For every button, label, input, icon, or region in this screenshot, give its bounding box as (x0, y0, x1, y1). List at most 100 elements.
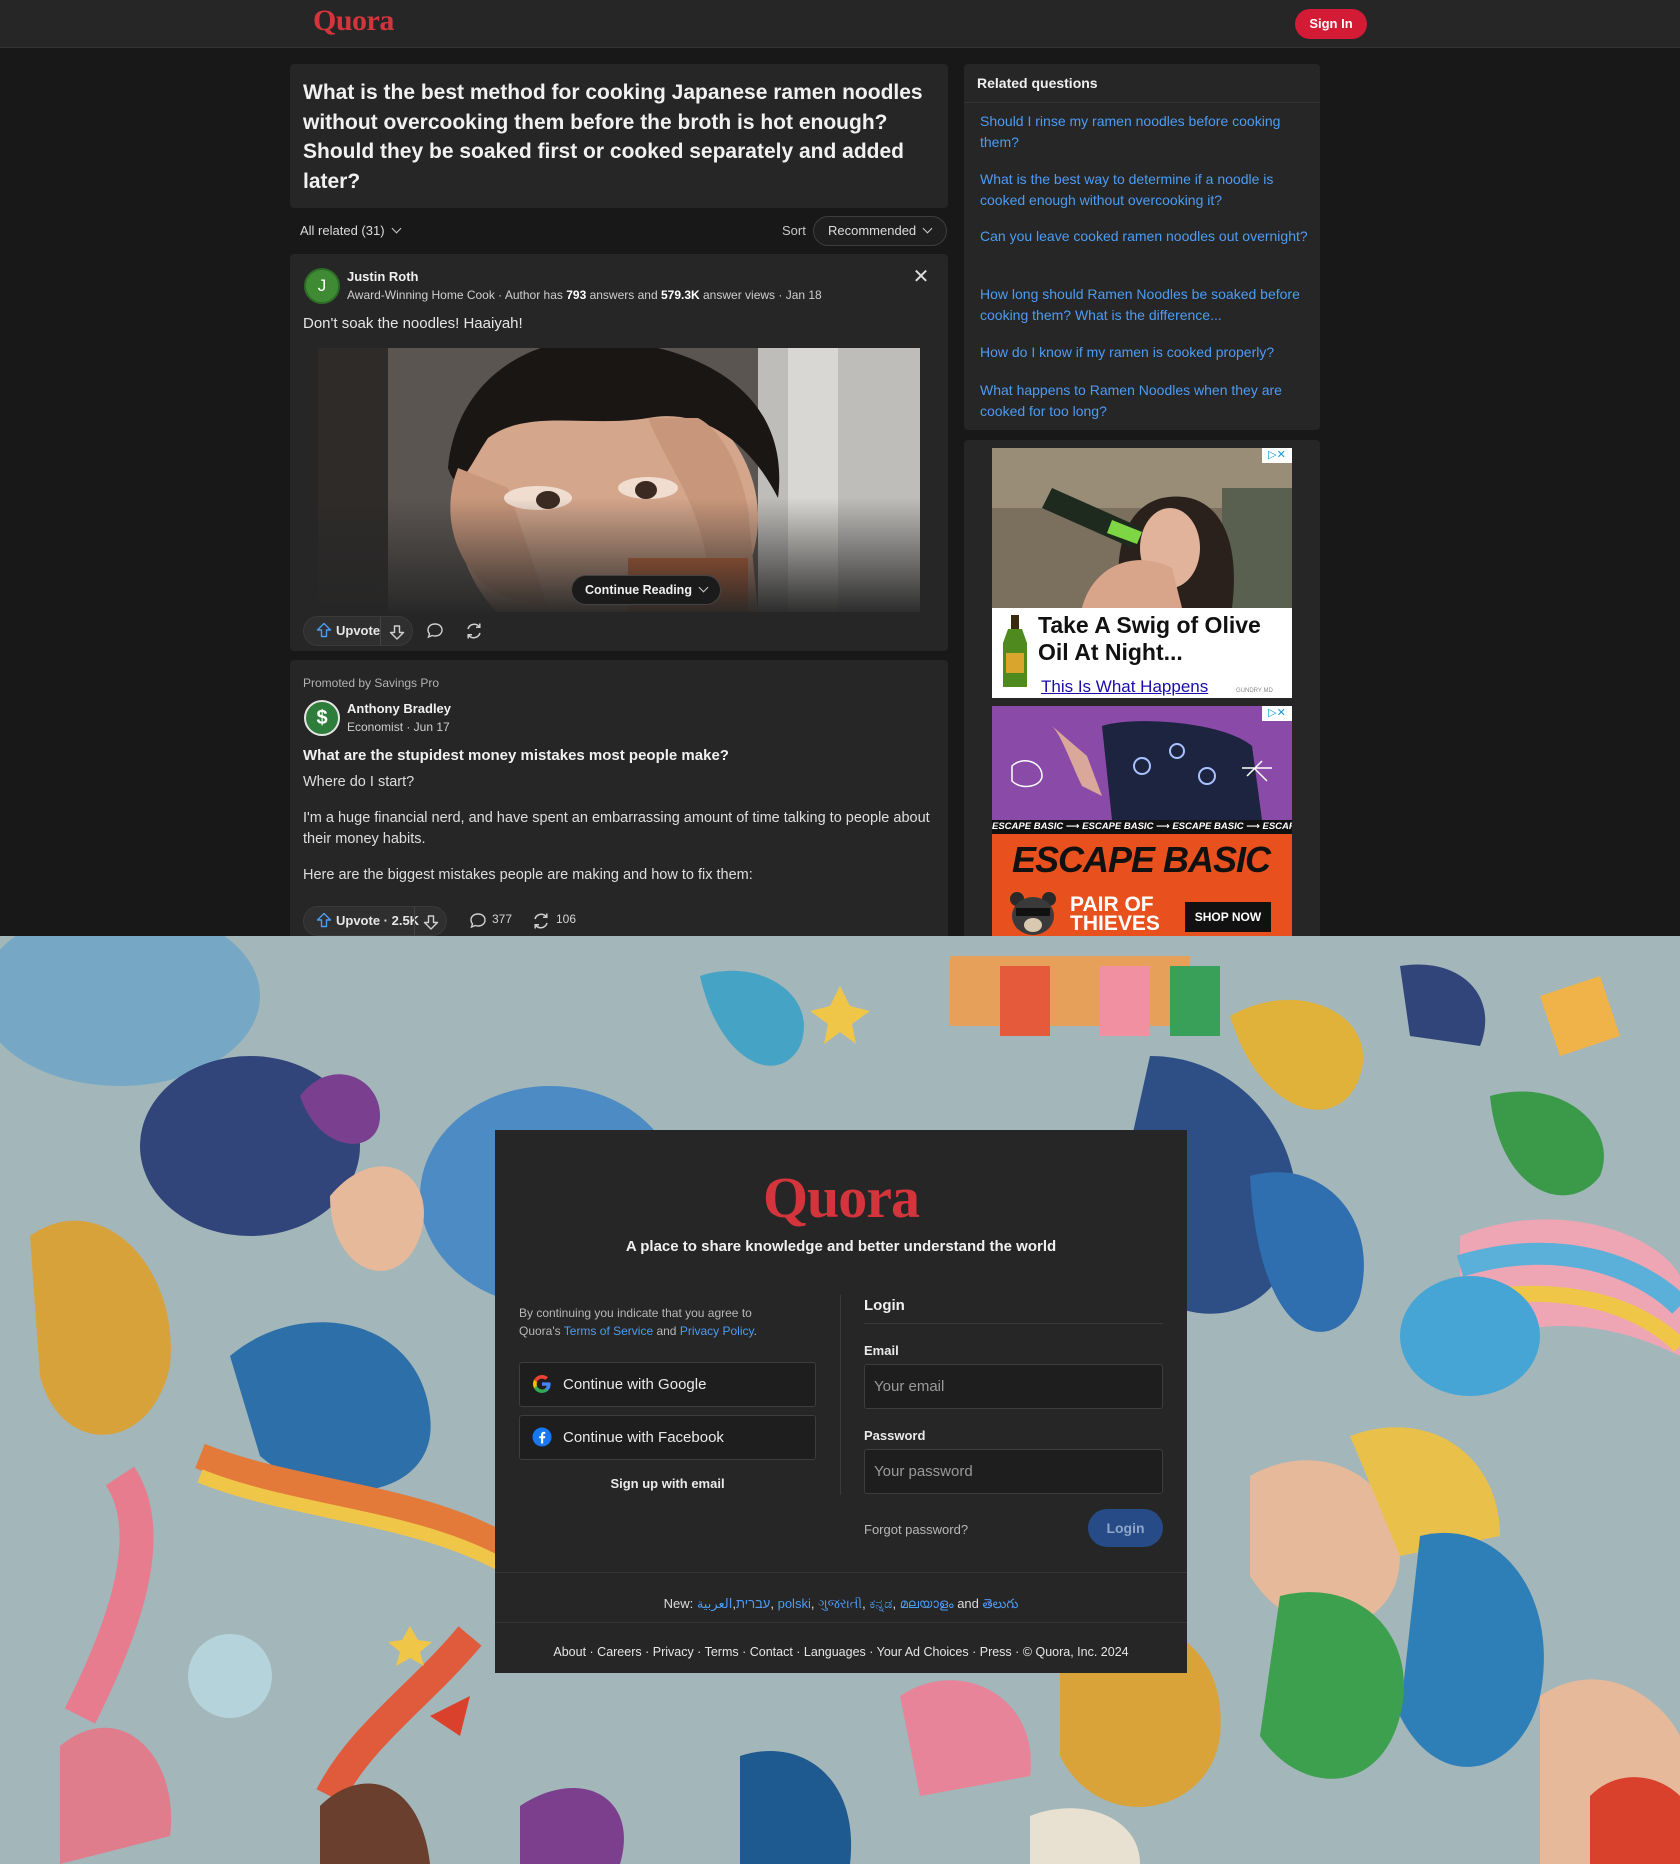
privacy-policy-link[interactable]: Privacy Policy (680, 1324, 754, 1338)
language-link[interactable]: עברית (736, 1596, 770, 1611)
related-question-link[interactable]: What happens to Ramen Noodles when they … (980, 380, 1310, 422)
upvote-button[interactable]: Upvote · 2.5K (304, 907, 419, 935)
avatar[interactable]: J (304, 268, 340, 304)
promoted-answer-card: Promoted by Savings Pro $ Anthony Bradle… (290, 660, 948, 940)
related-questions-panel: Related questions Should I rinse my rame… (964, 64, 1320, 430)
tagline: A place to share knowledge and better un… (625, 1238, 1057, 1255)
question-title: What is the best method for cooking Japa… (303, 81, 923, 193)
question-card: What is the best method for cooking Japa… (290, 64, 948, 208)
language-link[interactable]: العربية (697, 1596, 733, 1611)
password-field[interactable] (864, 1449, 1163, 1494)
upvote-label: Upvote · 2.5K (336, 913, 420, 928)
share-icon[interactable] (529, 909, 553, 933)
comment-count[interactable]: 377 (492, 912, 512, 926)
sort-select[interactable]: Recommended (813, 216, 947, 246)
language-link[interactable]: ಕನ್ನಡ (869, 1596, 892, 1611)
related-questions-title: Related questions (977, 75, 1098, 91)
meta-suffix: answer views · Jan 18 (699, 288, 822, 302)
ad-brand-line: THIEVES (1070, 912, 1160, 935)
sort-value: Recommended (828, 223, 917, 238)
olive-oil-bottle-icon (1003, 615, 1027, 687)
promoted-by-label[interactable]: Promoted by Savings Pro (303, 676, 439, 690)
facebook-label: Continue with Facebook (563, 1429, 724, 1446)
meta-prefix: Award-Winning Home Cook · Author has (347, 288, 567, 302)
language-link[interactable]: മലയാളം (900, 1596, 954, 1611)
answer-action-bar: Upvote (303, 616, 603, 646)
promo-paragraph: Where do I start? (303, 774, 415, 790)
language-link[interactable]: ગુજરાતી (818, 1596, 862, 1611)
ad-choices-icon[interactable]: ▷✕ (1262, 706, 1292, 721)
and-word: and (953, 1596, 983, 1611)
share-count[interactable]: 106 (556, 912, 576, 926)
footer-links[interactable]: About · Careers · Privacy · Terms · Cont… (495, 1645, 1187, 1659)
author-name[interactable]: Justin Roth (347, 269, 419, 284)
terms-text: and (653, 1324, 680, 1338)
related-question-link[interactable]: What is the best way to determine if a n… (980, 169, 1310, 211)
answer-filter-row: All related (31) Sort Recommended (290, 216, 948, 246)
chevron-down-icon (391, 223, 401, 234)
author-credentials: Economist · Jun 17 (347, 720, 450, 734)
continue-with-google-button[interactable]: Continue with Google (519, 1362, 816, 1407)
sign-in-button[interactable]: Sign In (1295, 9, 1367, 39)
terms-notice: By continuing you indicate that you agre… (519, 1304, 789, 1340)
ad-choices-icon[interactable]: ▷✕ (1262, 448, 1292, 463)
all-related-filter[interactable]: All related (31) (300, 223, 401, 238)
vote-divider (414, 907, 415, 935)
upvote-arrow-icon (316, 912, 332, 928)
comment-icon[interactable] (466, 909, 490, 933)
downvote-arrow-icon[interactable] (419, 910, 443, 934)
ad-brand: PAIR OF THIEVES (1070, 894, 1160, 935)
related-question-link[interactable]: Should I rinse my ramen noodles before c… (980, 111, 1310, 153)
shop-now-button[interactable]: SHOP NOW (1185, 902, 1271, 932)
olive-oil-ad[interactable]: ▷✕ Take A Swig of Olive Oil At Night... T… (992, 448, 1292, 698)
downvote-arrow-icon[interactable] (385, 620, 409, 644)
related-question-link[interactable]: How do I know if my ramen is cooked prop… (980, 342, 1310, 363)
divider (864, 1323, 1163, 1324)
continue-with-facebook-button[interactable]: Continue with Facebook (519, 1415, 816, 1460)
forgot-password-link[interactable]: Forgot password? (864, 1522, 968, 1537)
pair-of-thieves-ad[interactable]: ▷✕ ESCAPE BASIC ⟶ ESCAPE BASIC ⟶ ESCAPE … (992, 706, 1292, 940)
divider (840, 1295, 841, 1495)
language-link[interactable]: polski (778, 1596, 811, 1611)
top-navigation-bar: Quora Sign In (0, 0, 1680, 48)
continue-reading-label: Continue Reading (585, 583, 692, 597)
ad-headline: Take A Swig of Olive Oil At Night... (1038, 612, 1261, 666)
upvote-button[interactable]: Upvote (304, 617, 380, 645)
avatar[interactable]: $ (304, 700, 340, 736)
sort-label: Sort (782, 223, 806, 238)
upvote-label: Upvote (336, 623, 381, 638)
bear-logo-icon (1010, 892, 1056, 935)
comment-icon[interactable] (423, 619, 447, 643)
share-icon[interactable] (462, 619, 486, 643)
ad-marquee-strip: ESCAPE BASIC ⟶ ESCAPE BASIC ⟶ ESCAPE BAS… (992, 820, 1292, 834)
quora-logo[interactable]: Quora (313, 4, 394, 38)
quora-logo: Quora (762, 1165, 920, 1230)
divider (495, 1572, 1187, 1573)
google-label: Continue with Google (563, 1376, 707, 1393)
vote-pill: Upvote · 2.5K (303, 906, 447, 936)
close-icon[interactable]: ✕ (912, 267, 930, 287)
chevron-down-icon (922, 223, 933, 234)
related-question-link[interactable]: How long should Ramen Noodles be soaked … (980, 284, 1310, 326)
ad-photo-image (992, 706, 1292, 820)
all-related-label: All related (31) (300, 223, 385, 238)
language-link[interactable]: తెలుగు (983, 1596, 1019, 1611)
login-modal: Quora A place to share knowledge and bet… (495, 1130, 1187, 1673)
promo-paragraph: Here are the biggest mistakes people are… (303, 867, 753, 883)
answer-text: Don't soak the noodles! Haaiyah! (303, 315, 523, 332)
ad-link[interactable]: This Is What Happens (1041, 677, 1208, 697)
terms-of-service-link[interactable]: Terms of Service (564, 1324, 653, 1338)
related-question-link[interactable]: Can you leave cooked ramen noodles out o… (980, 226, 1310, 247)
continue-reading-button[interactable]: Continue Reading (571, 575, 721, 605)
promoted-question-title[interactable]: What are the stupidest money mistakes mo… (303, 747, 729, 764)
sign-up-with-email-link[interactable]: Sign up with email (519, 1476, 816, 1491)
author-name[interactable]: Anthony Bradley (347, 701, 451, 716)
ad-photo-image (992, 448, 1292, 608)
views-count: 579.3K (660, 288, 700, 302)
email-field[interactable] (864, 1364, 1163, 1409)
ad-headline: ESCAPE BASIC (1012, 839, 1271, 880)
login-button[interactable]: Login (1088, 1509, 1163, 1547)
answer-video-thumbnail[interactable]: Continue Reading (318, 348, 920, 612)
answers-count: 793 (566, 288, 587, 302)
login-heading: Login (864, 1297, 905, 1314)
